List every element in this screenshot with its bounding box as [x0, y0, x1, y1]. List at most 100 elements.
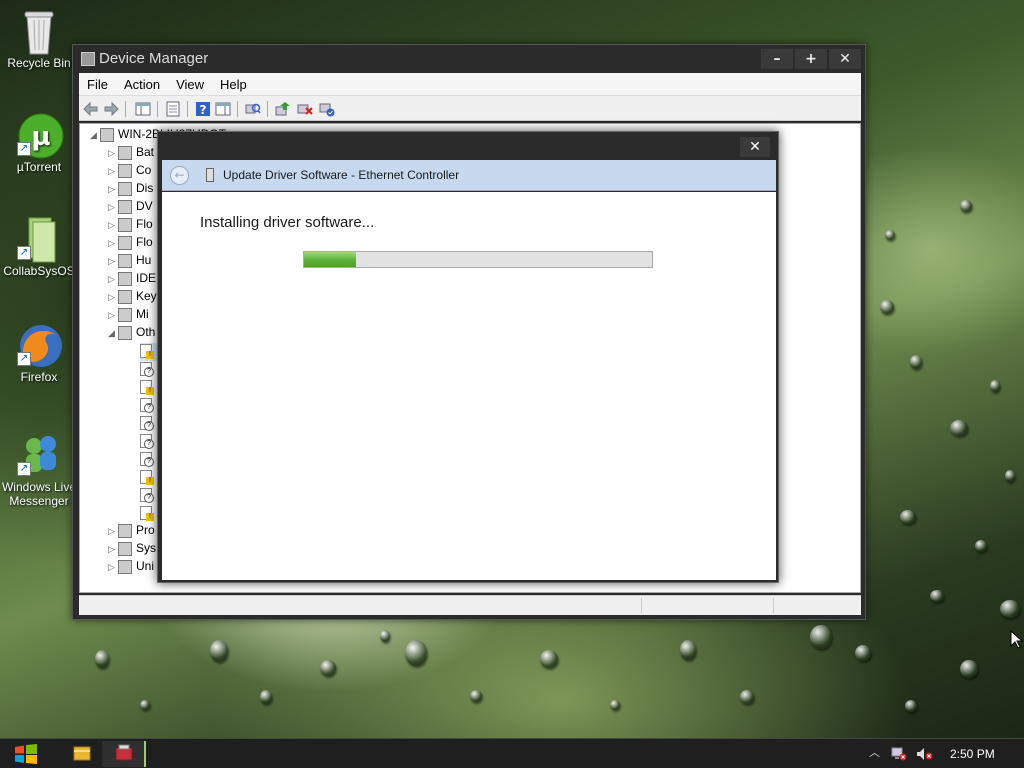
- forward-arrow-icon[interactable]: [103, 101, 119, 117]
- tree-category[interactable]: ▷ Bat: [108, 145, 154, 163]
- tree-category-label: Sys: [136, 541, 157, 555]
- tree-category[interactable]: ▷ Key: [108, 289, 157, 307]
- device-manager-app-icon: [81, 52, 95, 66]
- network-disconnected-icon[interactable]: [891, 747, 907, 761]
- desktop-icon-recycle-bin[interactable]: Recycle Bin: [1, 8, 77, 70]
- menu-bar: File Action View Help: [79, 73, 861, 95]
- window-title: Device Manager: [99, 50, 209, 67]
- tree-device[interactable]: [140, 397, 154, 415]
- mouse-icon: [118, 307, 132, 322]
- file-icon: ↗: [17, 216, 61, 263]
- tree-category[interactable]: ▷ Hu: [108, 253, 151, 271]
- dialog-header: ← Update Driver Software - Ethernet Cont…: [162, 160, 776, 191]
- status-cell: [773, 598, 774, 614]
- dvd-drive-icon: [118, 199, 132, 214]
- unknown-device-icon: [140, 433, 154, 449]
- tree-category[interactable]: ▷ Co: [108, 163, 151, 181]
- start-button[interactable]: [14, 744, 38, 764]
- device-warning-icon: [140, 343, 154, 359]
- other-devices-icon: [118, 325, 132, 340]
- show-hide-console-tree-icon[interactable]: [135, 101, 151, 117]
- firefox-icon: ↗: [17, 322, 62, 367]
- tree-device[interactable]: [140, 505, 154, 523]
- menu-view[interactable]: View: [168, 77, 212, 92]
- tree-category[interactable]: ▷ Uni: [108, 559, 154, 577]
- tree-category-label: Pro: [136, 523, 155, 537]
- disk-drive-icon: [118, 181, 132, 196]
- tree-device[interactable]: [140, 361, 154, 379]
- desktop-icon-label: µTorrent: [16, 160, 62, 174]
- device-warning-icon: [140, 379, 154, 395]
- uninstall-device-icon[interactable]: [297, 101, 313, 117]
- desktop-icon-label: CollabSysOS: [3, 264, 75, 278]
- clock[interactable]: 2:50 PM: [950, 747, 995, 761]
- status-bar: [79, 595, 861, 615]
- properties-icon[interactable]: [165, 101, 181, 117]
- svg-text:µ: µ: [31, 122, 50, 152]
- recycle-bin-icon: [17, 8, 61, 55]
- tree-category-expanded[interactable]: ◢ Oth: [108, 325, 155, 343]
- tree-category[interactable]: ▷ Sys: [108, 541, 156, 559]
- desktop-icon-utorrent[interactable]: µ ↗ µTorrent: [1, 112, 77, 174]
- show-hidden-icons-button[interactable]: ︿: [869, 744, 880, 760]
- desktop-icon-windows-live-messenger[interactable]: ↗ Windows Live Messenger: [0, 432, 80, 508]
- tree-device[interactable]: [140, 379, 154, 397]
- tree-category[interactable]: ▷ DV: [108, 199, 153, 217]
- enable-device-icon[interactable]: [319, 101, 335, 117]
- tree-category[interactable]: ▷ Pro: [108, 523, 155, 541]
- taskbar-device-manager[interactable]: [102, 741, 146, 767]
- menu-help[interactable]: Help: [212, 77, 255, 92]
- tree-category[interactable]: ▷ IDE: [108, 271, 156, 289]
- tree-category[interactable]: ▷ Flo: [108, 235, 153, 253]
- install-status-message: Installing driver software...: [200, 214, 375, 231]
- keyboard-icon: [118, 289, 132, 304]
- computer-icon: [100, 127, 114, 142]
- messenger-icon: ↗: [17, 432, 61, 476]
- unknown-device-icon: [140, 397, 154, 413]
- ethernet-device-icon: [206, 168, 214, 182]
- close-button[interactable]: ✕: [829, 49, 861, 69]
- title-bar[interactable]: Device Manager – + ✕: [73, 45, 865, 73]
- update-driver-icon[interactable]: [275, 101, 291, 117]
- tree-category[interactable]: ▷ Dis: [108, 181, 153, 199]
- battery-icon: [118, 145, 132, 160]
- unknown-device-icon: [140, 451, 154, 467]
- progress-fill: [304, 252, 357, 267]
- taskbar: ︿ 2:50 PM: [0, 738, 1024, 768]
- maximize-button[interactable]: +: [795, 49, 827, 69]
- dialog-close-button[interactable]: ✕: [740, 137, 770, 157]
- menu-action[interactable]: Action: [116, 77, 168, 92]
- tree-category-label: DV: [136, 199, 153, 213]
- help-icon[interactable]: ?: [195, 101, 211, 117]
- toolbar: ?: [79, 95, 861, 121]
- folder-icon: [73, 746, 91, 761]
- taskbar-file-explorer[interactable]: [60, 741, 104, 767]
- tree-category[interactable]: ▷ Mi: [108, 307, 149, 325]
- tree-device[interactable]: [140, 433, 154, 451]
- device-warning-icon: [140, 469, 154, 485]
- desktop-icon-firefox[interactable]: ↗ Firefox: [1, 322, 77, 384]
- tree-device[interactable]: [140, 451, 154, 469]
- computer-icon: [118, 163, 132, 178]
- back-arrow-icon[interactable]: [83, 101, 99, 117]
- volume-muted-icon[interactable]: [916, 747, 934, 761]
- desktop-icon-collabsysos[interactable]: ↗ CollabSysOS: [1, 216, 77, 278]
- tree-category-label: Flo: [136, 235, 153, 249]
- back-button[interactable]: ←: [170, 166, 189, 185]
- tree-device[interactable]: [140, 469, 154, 487]
- minimize-button[interactable]: –: [761, 49, 793, 69]
- menu-file[interactable]: File: [79, 77, 116, 92]
- tree-category-label: Oth: [136, 325, 156, 339]
- unknown-device-icon: [140, 361, 154, 377]
- ide-controller-icon: [118, 271, 132, 286]
- tree-device[interactable]: [140, 415, 154, 433]
- unknown-device-icon: [140, 415, 154, 431]
- tree-device[interactable]: [140, 487, 154, 505]
- status-cell: [641, 598, 642, 614]
- system-devices-icon: [118, 541, 132, 556]
- device-warning-icon: [140, 505, 154, 521]
- unknown-device-icon: [140, 487, 154, 503]
- tree-category[interactable]: ▷ Flo: [108, 217, 153, 235]
- show-hide-action-pane-icon[interactable]: [215, 101, 231, 117]
- scan-hardware-changes-icon[interactable]: [245, 101, 261, 117]
